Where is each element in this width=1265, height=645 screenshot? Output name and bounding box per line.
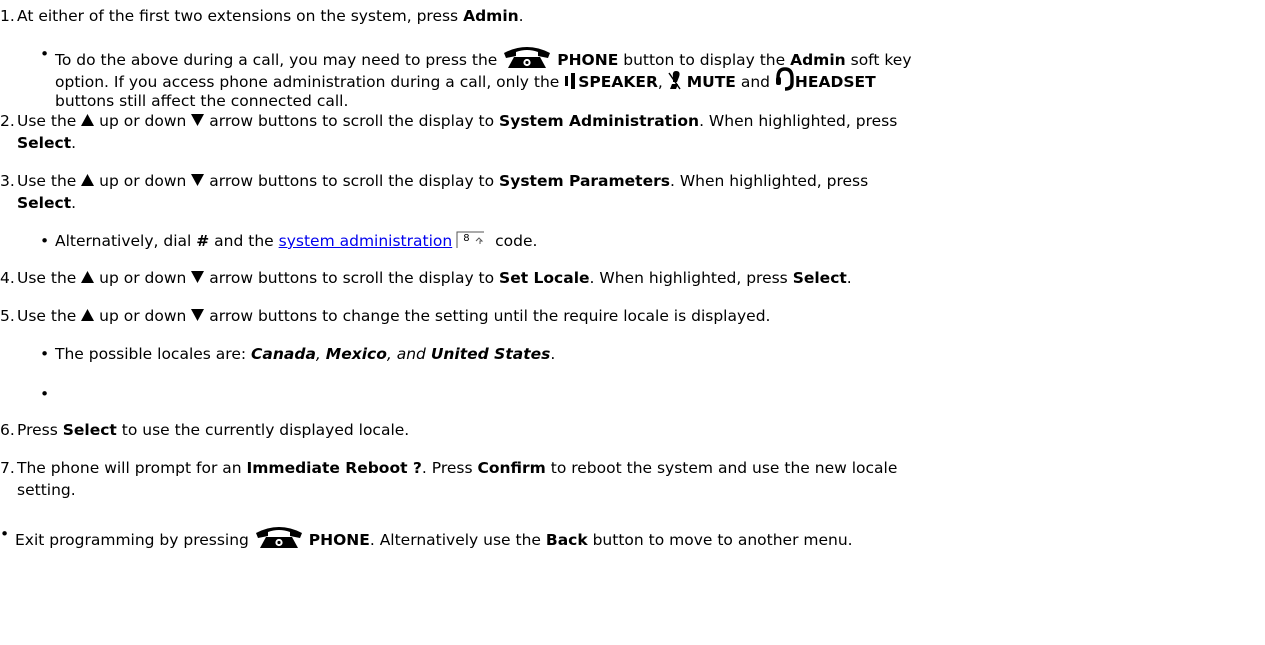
step-7: 7. The phone will prompt for an Immediat… [0,459,898,499]
step-1: 1. At either of the first two extensions… [0,7,524,25]
step-4: 4. Use the up or down arrow buttons to s… [0,267,852,289]
admin-key-label: Admin [463,7,519,25]
up-arrow-icon [81,305,95,327]
up-arrow-icon [81,267,95,289]
step-number: 1. [0,7,15,25]
xref-icon[interactable]: 8 [456,231,486,249]
down-arrow-icon [191,170,205,192]
step-6: 6. Press Select to use the currently dis… [0,421,410,439]
system-administration-link[interactable]: system administration [279,232,453,250]
down-arrow-icon [191,305,205,327]
exit-instruction: • Exit programming by pressing PHONE. Al… [0,519,1265,549]
step-3: 3. Use the up or down arrow buttons to s… [0,170,869,212]
down-arrow-icon [191,267,205,289]
up-arrow-icon [81,170,95,192]
step-5: 5. Use the up or down arrow buttons to c… [0,305,771,327]
speaker-icon [564,73,578,95]
headset-icon [775,67,795,97]
empty-bullet: • [40,385,50,403]
mute-icon [668,70,682,96]
up-arrow-icon [81,110,95,132]
down-arrow-icon [191,110,205,132]
step-2: 2. Use the up or down arrow buttons to s… [0,110,898,152]
step-5-note: • The possible locales are: Canada, Mexi… [40,345,556,363]
step-1-note: • To do the above during a call, you may… [40,45,912,110]
step-3-note: • Alternatively, dial # and the system a… [40,231,538,250]
phone-icon [254,523,304,555]
